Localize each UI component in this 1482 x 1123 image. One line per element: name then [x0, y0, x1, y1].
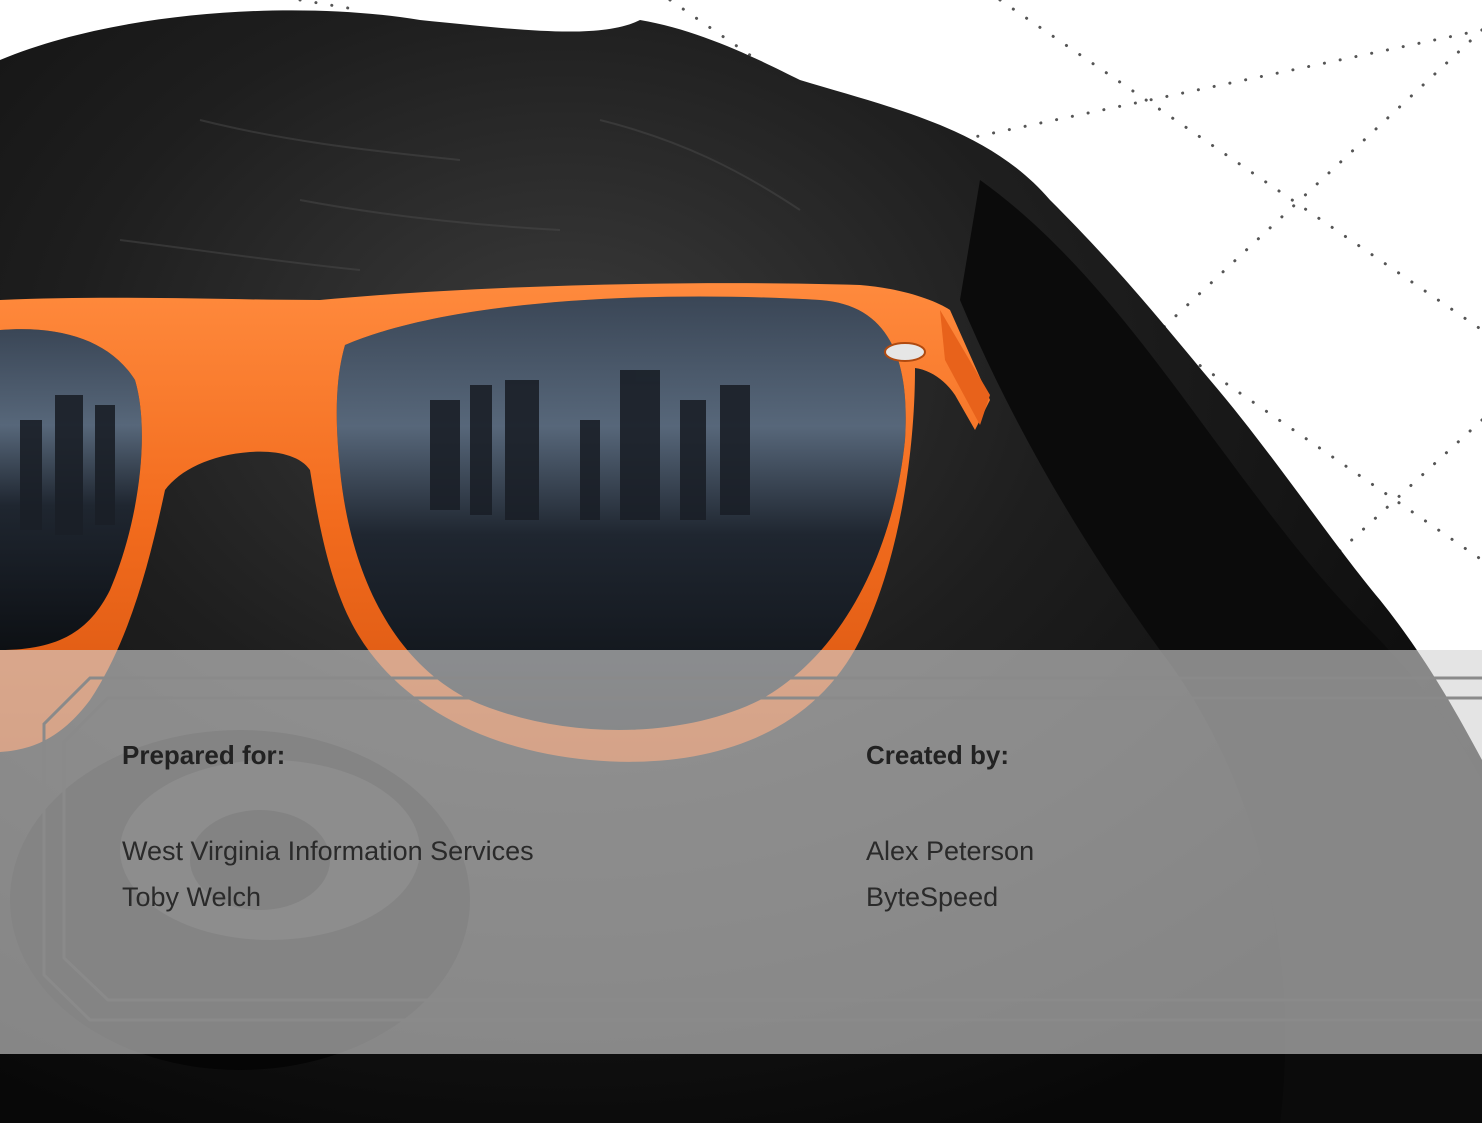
prepared-for-heading: Prepared for:: [122, 740, 286, 770]
hinge-rivet: [884, 342, 926, 362]
prepared-for-lines: West Virginia Information Services Toby …: [122, 828, 534, 920]
created-by-lines: Alex Peterson ByteSpeed: [866, 828, 1034, 920]
info-panel: Prepared for: West Virginia Information …: [0, 650, 1482, 1054]
prepared-for-section: Prepared for: West Virginia Information …: [122, 740, 534, 920]
created-by-author: Alex Peterson: [866, 836, 1035, 866]
created-by-section: Created by: Alex Peterson ByteSpeed: [866, 740, 1034, 920]
created-by-heading: Created by:: [866, 740, 1010, 770]
prepared-for-organization: West Virginia Information Services: [122, 836, 534, 866]
created-by-company: ByteSpeed: [866, 882, 999, 912]
prepared-for-contact: Toby Welch: [122, 882, 262, 912]
